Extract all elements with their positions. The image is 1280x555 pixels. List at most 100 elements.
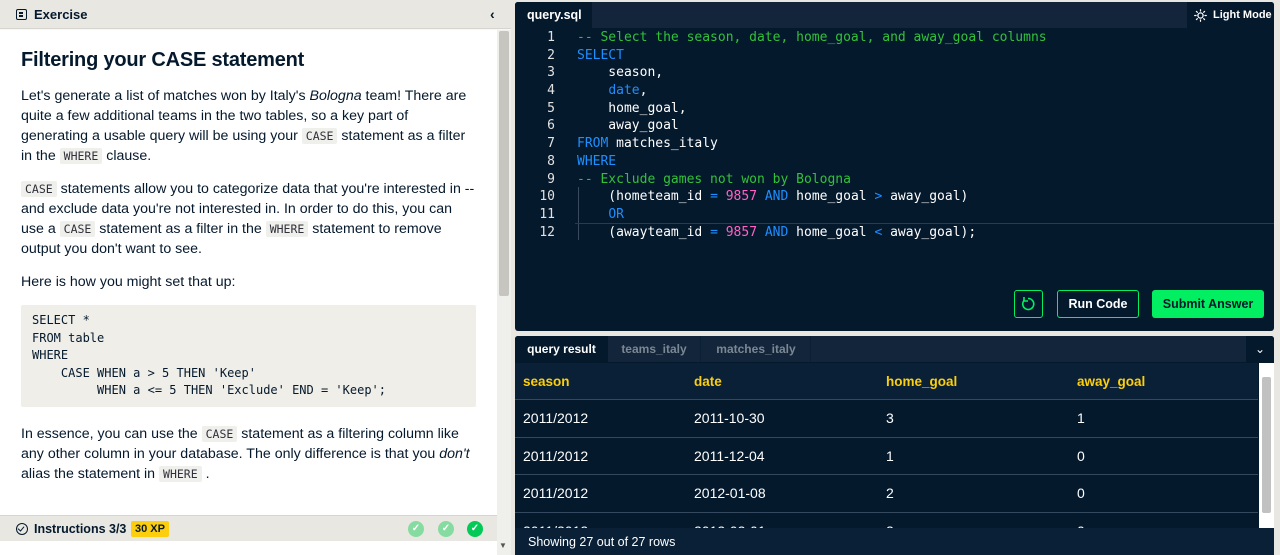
code-text: away_goal (577, 118, 679, 134)
sun-icon (1194, 9, 1207, 22)
results-row-count: Showing 27 out of 27 rows (515, 528, 1274, 555)
column-header[interactable]: season (523, 363, 570, 400)
line-number: 2 (547, 47, 555, 63)
exercise-content: Filtering your CASE statement Let's gene… (0, 30, 497, 515)
text-span: alias the statement in (21, 465, 160, 482)
code-line[interactable]: 9 -- Exclude games not won by Bologna (515, 171, 1274, 189)
code-text: -- Exclude games not won by Bologna (577, 171, 851, 187)
line-number: 8 (547, 153, 555, 169)
code-line[interactable]: 6 away_goal (515, 117, 1274, 135)
tab-teams-italy[interactable]: teams_italy (608, 336, 701, 362)
code-text: WHERE (577, 153, 617, 169)
line-number: 11 (539, 206, 555, 222)
tab-matches-italy[interactable]: matches_italy (702, 336, 811, 362)
inline-code: CASE (301, 128, 338, 144)
reset-code-button[interactable] (1014, 290, 1043, 318)
code-line[interactable]: 10 (hometeam_id = 9857 AND home_goal > a… (515, 188, 1274, 206)
table-cell: 2 (886, 485, 894, 501)
table-cell: 2011/2012 (523, 485, 589, 501)
code-line[interactable]: 5 home_goal, (515, 100, 1274, 118)
active-line-highlight (575, 223, 1274, 224)
light-mode-label: Light Mode (1213, 9, 1272, 21)
exercise-icon (16, 9, 27, 20)
code-line[interactable]: 12 (awayteam_id = 9857 AND home_goal < a… (515, 224, 1274, 242)
line-number: 3 (547, 65, 555, 81)
collapse-panel-icon[interactable]: ‹ (490, 6, 495, 22)
code-text: (awayteam_id = 9857 AND home_goal < away… (577, 224, 977, 240)
table-cell: 2011-10-30 (694, 410, 765, 426)
line-number: 9 (547, 171, 555, 187)
text-span: Let's generate a list of matches won by … (21, 88, 310, 104)
paragraph-essence: In essence, you can use the CASE stateme… (21, 424, 476, 484)
table-cell: 2011-12-04 (694, 447, 765, 464)
exercise-panel: Exercise ‹ Filtering your CASE statement… (0, 0, 511, 555)
step-check-icon[interactable]: ✓ (408, 521, 424, 537)
xp-badge: 30 XP (131, 521, 169, 537)
code-line[interactable]: 2 SELECT (515, 47, 1274, 65)
line-number: 7 (547, 136, 555, 152)
text-span: clause. (102, 148, 152, 164)
run-code-button[interactable]: Run Code (1057, 290, 1139, 318)
table-cell: 2011/2012 (523, 447, 589, 464)
editor-tab-bar: query.sql Light Mode (515, 2, 1274, 28)
light-mode-toggle[interactable]: Light Mode (1187, 2, 1274, 28)
code-text: season, (577, 65, 664, 81)
tab-query-result[interactable]: query result (515, 336, 608, 362)
code-text: FROM matches_italy (577, 136, 718, 152)
table-cell: 0 (1077, 485, 1085, 501)
tab-query-sql[interactable]: query.sql (515, 2, 592, 28)
line-number: 5 (547, 100, 555, 116)
exercise-header: Exercise ‹ (0, 0, 511, 29)
column-header[interactable]: date (694, 363, 722, 400)
inline-code: CASE (59, 221, 96, 237)
code-line[interactable]: 1 -- Select the season, date, home_goal, … (515, 29, 1274, 47)
reset-icon (1021, 297, 1035, 311)
instructions-bar[interactable]: Instructions 3/3 30 XP ✓ ✓ ✓ (0, 515, 497, 541)
exercise-title: Filtering your CASE statement (21, 49, 305, 71)
panel-bottom-strip (0, 541, 497, 555)
step-check-icon[interactable]: ✓ (467, 521, 483, 537)
inline-code: WHERE (59, 148, 103, 164)
code-line[interactable]: 11 OR (515, 206, 1274, 224)
exercise-header-title: Exercise (34, 7, 88, 22)
line-number: 4 (547, 83, 555, 99)
submit-answer-button[interactable]: Submit Answer (1152, 290, 1264, 318)
paragraph-intro: Let's generate a list of matches won by … (21, 86, 476, 166)
column-header[interactable]: home_goal (886, 363, 957, 400)
content-scrollbar-thumb[interactable] (499, 31, 509, 296)
instructions-icon (16, 523, 28, 535)
code-line[interactable]: 4 date, (515, 82, 1274, 100)
results-panel: query result teams_italy matches_italy ⌄… (515, 336, 1274, 555)
scroll-down-arrow-icon[interactable]: ▼ (499, 541, 507, 550)
paragraph-setup: Here is how you might set that up: (21, 274, 236, 290)
step-check-icon[interactable]: ✓ (438, 521, 454, 537)
results-scrollbar[interactable] (1259, 363, 1274, 528)
code-line[interactable]: 7 FROM matches_italy (515, 135, 1274, 153)
column-header[interactable]: away_goal (1077, 363, 1145, 400)
code-line[interactable]: 8 WHERE (515, 153, 1274, 171)
text-span: statement as a filter in the (95, 221, 266, 237)
table-cell: 2011/2012 (523, 410, 589, 426)
code-example: SELECT * FROM table WHERE CASE WHEN a > … (21, 305, 476, 407)
text-span: . (201, 465, 210, 482)
table-cell: 0 (1077, 447, 1085, 464)
sql-code-area[interactable]: 1 -- Select the season, date, home_goal, … (515, 29, 1274, 241)
indent-guide (578, 187, 579, 240)
results-scrollbar-thumb[interactable] (1262, 377, 1271, 513)
table-cell: 1 (886, 447, 894, 464)
code-line[interactable]: 3 season, (515, 64, 1274, 82)
table-cell: 3 (886, 410, 894, 426)
table-row: 2011/2012 2011-10-30 3 1 (515, 400, 1258, 438)
chevron-down-icon[interactable]: ⌄ (1246, 336, 1274, 362)
code-text: OR (608, 206, 624, 222)
results-table: season date home_goal away_goal 2011/201… (515, 363, 1258, 550)
line-number: 12 (539, 224, 555, 240)
table-header-row: season date home_goal away_goal (515, 363, 1258, 400)
instructions-title: Instructions 3/3 (34, 522, 127, 536)
inline-code: CASE (201, 425, 238, 442)
line-number: 1 (547, 30, 555, 45)
code-editor-panel: query.sql Light Mode 1 -- Select the seas… (515, 2, 1274, 331)
code-text: home_goal, (577, 100, 687, 116)
code-text: date, (608, 83, 648, 99)
table-row: 2011/2012 2011-12-04 1 0 (515, 438, 1258, 475)
